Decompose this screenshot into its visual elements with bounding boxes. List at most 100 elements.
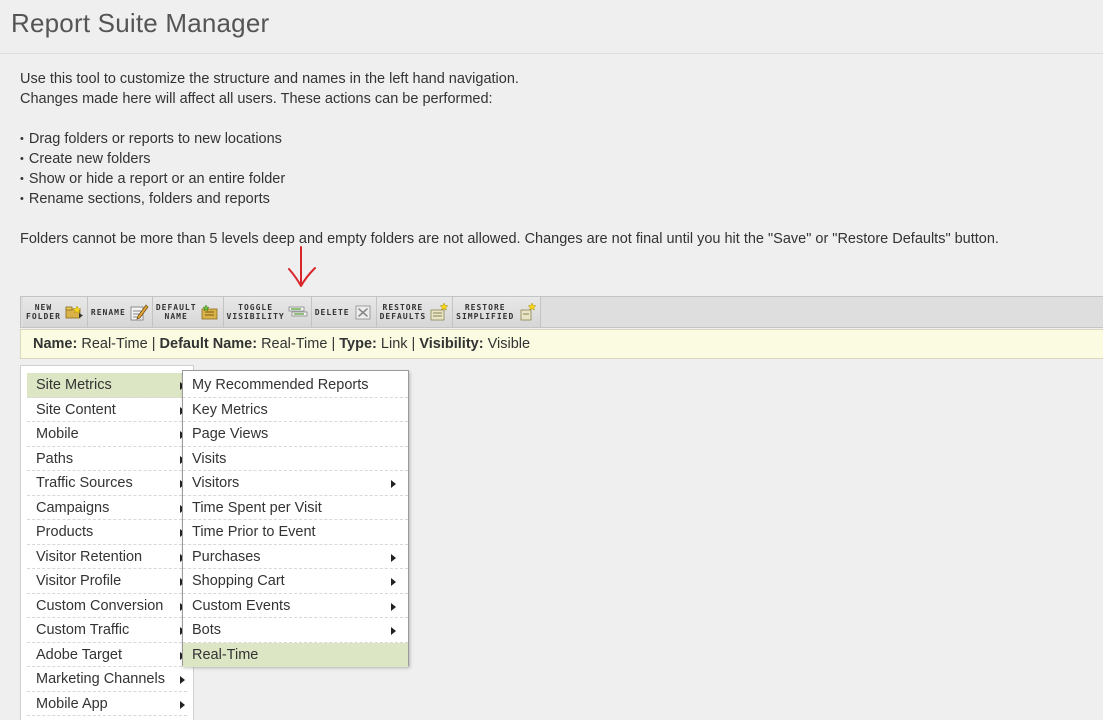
chevron-right-icon bbox=[391, 578, 396, 586]
submenu-item-label: Visits bbox=[192, 450, 227, 467]
chevron-right-icon bbox=[391, 480, 396, 488]
visibility-value: Visible bbox=[487, 336, 531, 352]
name-label: Name: bbox=[33, 336, 78, 352]
toggle-visibility-label: TOGGLE VISIBILITY bbox=[226, 303, 285, 321]
nav-item-site-metrics[interactable]: Site Metrics bbox=[27, 373, 187, 398]
submenu-item-time-spent-per-visit[interactable]: Time Spent per Visit bbox=[183, 496, 408, 520]
delete-label: DELETE bbox=[314, 307, 350, 317]
rename-icon bbox=[130, 304, 149, 321]
nav-item-campaigns[interactable]: Campaigns bbox=[27, 496, 187, 520]
nav-item-label: Custom Conversion bbox=[36, 597, 164, 614]
nav-item-label: Custom Traffic bbox=[36, 622, 130, 638]
nav-item-label: Mobile App bbox=[36, 695, 108, 712]
toggle-visibility-icon bbox=[288, 306, 308, 317]
chevron-right-icon bbox=[391, 553, 396, 562]
chevron-right-icon bbox=[391, 602, 396, 611]
restore-defaults-label: RESTORE DEFAULTS bbox=[379, 303, 427, 321]
nav-item-products[interactable]: Products bbox=[27, 520, 187, 545]
nav-item-site-content[interactable]: Site Content bbox=[27, 398, 187, 422]
new-folder-icon bbox=[65, 305, 83, 319]
rename-label: RENAME bbox=[90, 307, 126, 317]
rename-button[interactable]: RENAME bbox=[87, 297, 153, 327]
nav-item-label: Mobile bbox=[36, 426, 79, 442]
navigation-tree: Site Metrics Site Content Mobile Paths T… bbox=[20, 365, 194, 720]
nav-item-paths[interactable]: Paths bbox=[27, 447, 187, 471]
submenu-item-visitors[interactable]: Visitors bbox=[183, 471, 408, 496]
action-item: Rename sections, folders and reports bbox=[20, 189, 999, 209]
title-divider bbox=[0, 53, 1103, 54]
selection-info-bar: Name: Real-Time | Default Name: Real-Tim… bbox=[20, 329, 1103, 359]
submenu-item-label: Page Views bbox=[192, 426, 269, 442]
intro-text: Use this tool to customize the structure… bbox=[20, 69, 999, 249]
limits-note: Folders cannot be more than 5 levels dee… bbox=[20, 231, 999, 247]
nav-item-label: Visitor Retention bbox=[36, 548, 143, 565]
submenu-item-label: Real-Time bbox=[192, 646, 259, 663]
nav-item-visitor-retention[interactable]: Visitor Retention bbox=[27, 545, 187, 569]
toggle-visibility-button[interactable]: TOGGLE VISIBILITY bbox=[223, 297, 312, 327]
submenu-item-label: Time Prior to Event bbox=[192, 524, 316, 540]
restore-simplified-button[interactable]: RESTORE SIMPLIFIED bbox=[453, 297, 542, 327]
nav-item-custom-traffic[interactable]: Custom Traffic bbox=[27, 618, 187, 643]
submenu-item-real-time[interactable]: Real-Time bbox=[183, 642, 408, 667]
nav-item-traffic-sources[interactable]: Traffic Sources bbox=[27, 471, 187, 496]
restore-defaults-button[interactable]: RESTORE DEFAULTS bbox=[376, 297, 454, 327]
nav-item-marketing-channels[interactable]: Marketing Channels bbox=[27, 667, 187, 692]
type-value: Link bbox=[380, 336, 408, 352]
nav-item-label: Adobe Target bbox=[36, 646, 122, 663]
submenu-item-label: Visitors bbox=[192, 475, 240, 491]
name-value: Real-Time bbox=[81, 336, 148, 352]
type-label: Type: bbox=[339, 336, 377, 352]
nav-item-label: Marketing Channels bbox=[36, 671, 165, 687]
default-name-label: Default Name: bbox=[159, 336, 258, 352]
nav-item-label: Visitor Profile bbox=[36, 573, 122, 589]
submenu-item-bots[interactable]: Bots bbox=[183, 618, 408, 643]
restore-simplified-label: RESTORE SIMPLIFIED bbox=[456, 303, 515, 321]
page-title: Report Suite Manager bbox=[11, 8, 270, 38]
nav-item-label: Paths bbox=[36, 450, 74, 467]
delete-icon bbox=[355, 305, 371, 320]
chevron-right-icon bbox=[391, 627, 396, 635]
annotation-arrow-icon bbox=[288, 246, 316, 287]
submenu-item-my-recommended-reports[interactable]: My Recommended Reports bbox=[183, 373, 408, 398]
info-separator: | bbox=[411, 336, 416, 352]
info-separator: | bbox=[151, 336, 156, 352]
nav-item-label: Traffic Sources bbox=[36, 475, 133, 491]
new-folder-button[interactable]: NEW FOLDER bbox=[23, 297, 88, 327]
submenu-item-label: Time Spent per Visit bbox=[192, 499, 322, 516]
intro-line-2: Changes made here will affect all users.… bbox=[20, 91, 493, 107]
chevron-right-icon bbox=[180, 676, 185, 684]
submenu-item-purchases[interactable]: Purchases bbox=[183, 545, 408, 569]
submenu-item-shopping-cart[interactable]: Shopping Cart bbox=[183, 569, 408, 594]
submenu-item-label: Key Metrics bbox=[192, 401, 268, 418]
nav-item-label: Campaigns bbox=[36, 499, 110, 516]
nav-item-mobile-app[interactable]: Mobile App bbox=[27, 692, 187, 716]
submenu-item-label: My Recommended Reports bbox=[192, 377, 369, 393]
nav-item-custom-conversion[interactable]: Custom Conversion bbox=[27, 594, 187, 618]
intro-line-1: Use this tool to customize the structure… bbox=[20, 71, 519, 87]
submenu-item-visits[interactable]: Visits bbox=[183, 447, 408, 471]
submenu-item-label: Purchases bbox=[192, 548, 261, 565]
submenu-item-key-metrics[interactable]: Key Metrics bbox=[183, 398, 408, 422]
submenu-item-label: Bots bbox=[192, 622, 222, 638]
nav-item-visitor-profile[interactable]: Visitor Profile bbox=[27, 569, 187, 594]
submenu-item-custom-events[interactable]: Custom Events bbox=[183, 594, 408, 618]
submenu-item-page-views[interactable]: Page Views bbox=[183, 422, 408, 447]
action-item: Show or hide a report or an entire folde… bbox=[20, 169, 999, 189]
nav-item-label: Site Content bbox=[36, 401, 116, 418]
default-name-icon bbox=[201, 304, 217, 320]
nav-item-label: Products bbox=[36, 524, 94, 540]
submenu-item-time-prior-to-event[interactable]: Time Prior to Event bbox=[183, 520, 408, 545]
action-item: Drag folders or reports to new locations bbox=[20, 129, 999, 149]
chevron-right-icon bbox=[180, 700, 185, 709]
nav-item-mobile[interactable]: Mobile bbox=[27, 422, 187, 447]
new-folder-label: NEW FOLDER bbox=[26, 303, 61, 321]
visibility-label: Visibility: bbox=[419, 336, 484, 352]
restore-defaults-icon bbox=[430, 302, 449, 321]
default-name-button[interactable]: DEFAULT NAME bbox=[152, 297, 224, 327]
site-metrics-submenu: My Recommended Reports Key Metrics Page … bbox=[182, 370, 409, 667]
delete-button[interactable]: DELETE bbox=[311, 297, 377, 327]
nav-item-adobe-target[interactable]: Adobe Target bbox=[27, 643, 187, 667]
info-separator: | bbox=[331, 336, 336, 352]
toolbar: NEW FOLDER RENAME DEFAULT NAME TOGGLE VI… bbox=[20, 296, 1103, 328]
restore-simplified-icon bbox=[520, 302, 537, 321]
